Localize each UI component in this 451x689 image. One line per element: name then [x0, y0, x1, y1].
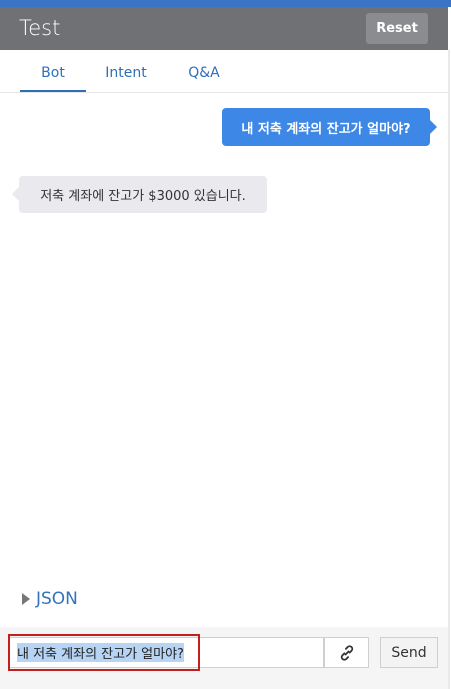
send-button[interactable]: Send — [380, 637, 438, 668]
expand-triangle-icon — [22, 593, 30, 605]
bot-message-bubble: 저축 계좌에 잔고가 $3000 있습니다. — [12, 176, 267, 213]
link-icon — [340, 644, 353, 661]
message-input[interactable]: 내 저축 계좌의 잔고가 얼마야? — [8, 637, 324, 668]
tab-bar: Bot Intent Q&A — [0, 50, 448, 93]
top-accent-bar — [0, 0, 451, 7]
tab-bot[interactable]: Bot — [20, 50, 86, 92]
tab-intent[interactable]: Intent — [96, 50, 156, 90]
message-input-value: 내 저축 계좌의 잔고가 얼마야? — [17, 643, 184, 662]
panel-right-border — [448, 50, 450, 689]
reset-button[interactable]: Reset — [366, 13, 428, 44]
tab-qna[interactable]: Q&A — [174, 50, 234, 90]
user-message-bubble: 내 저축 계좌의 잔고가 얼마야? — [222, 108, 437, 146]
chat-transcript — [0, 93, 448, 573]
test-panel-header: Test Reset — [0, 7, 448, 50]
panel-title: Test — [19, 16, 61, 40]
json-toggle[interactable]: JSON — [22, 588, 78, 610]
link-button[interactable] — [324, 637, 369, 668]
json-toggle-label: JSON — [36, 589, 78, 609]
